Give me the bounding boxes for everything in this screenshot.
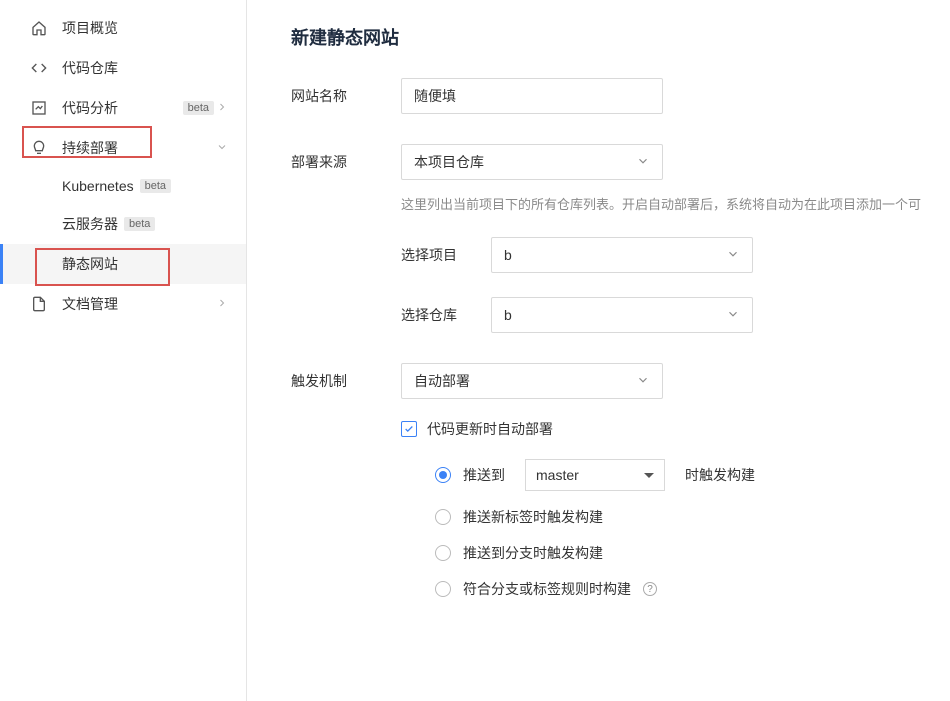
code-icon	[30, 59, 48, 77]
sidebar-item-label: 云服务器	[62, 214, 118, 234]
radio-row-push-branch[interactable]: 推送到分支时触发构建	[435, 543, 934, 563]
label-trigger: 触发机制	[291, 363, 401, 391]
sidebar-item-label: Kubernetes	[62, 178, 134, 194]
help-icon[interactable]: ?	[643, 582, 657, 596]
sidebar-subitem-cloud-server[interactable]: 云服务器 beta	[0, 204, 246, 244]
radio-label-suffix: 时触发构建	[685, 465, 755, 485]
select-value: b	[504, 247, 512, 263]
sidebar-subitem-kubernetes[interactable]: Kubernetes beta	[0, 168, 246, 204]
checkbox-label: 代码更新时自动部署	[427, 419, 553, 439]
input-site-name[interactable]	[401, 78, 663, 114]
page-title: 新建静态网站	[291, 24, 934, 50]
select-value: 本项目仓库	[414, 152, 484, 172]
caret-down-icon	[644, 473, 654, 478]
radio-row-push-to[interactable]: 推送到 master 时触发构建	[435, 459, 934, 491]
chevron-right-icon	[214, 100, 230, 116]
sidebar-item-label: 持续部署	[62, 138, 214, 158]
beta-badge: beta	[140, 179, 171, 193]
chevron-right-icon	[214, 296, 230, 312]
radio-row-match-rule[interactable]: 符合分支或标签规则时构建 ?	[435, 579, 934, 599]
label-deploy-source: 部署来源	[291, 144, 401, 172]
select-branch[interactable]: master	[525, 459, 665, 491]
beta-badge: beta	[124, 217, 155, 231]
label-select-repo: 选择仓库	[401, 305, 491, 325]
select-trigger[interactable]: 自动部署	[401, 363, 663, 399]
sidebar-item-deploy[interactable]: 持续部署	[0, 128, 246, 168]
sidebar-item-docs[interactable]: 文档管理	[0, 284, 246, 324]
row-site-name: 网站名称	[291, 78, 934, 114]
trigger-radio-group: 推送到 master 时触发构建 推送新标签时触发构建 推送到分支时触发构建	[401, 459, 934, 599]
doc-icon	[30, 295, 48, 313]
checkbox-auto-deploy[interactable]	[401, 421, 417, 437]
radio-label: 推送到分支时触发构建	[463, 543, 603, 563]
radio-label-prefix: 推送到	[463, 465, 505, 485]
sidebar-item-label: 代码分析	[62, 98, 177, 118]
row-deploy-source: 部署来源 本项目仓库 这里列出当前项目下的所有仓库列表。开启自动部署后，系统将自…	[291, 144, 934, 333]
sidebar-item-label: 代码仓库	[62, 58, 230, 78]
select-value: b	[504, 307, 512, 323]
row-select-project: 选择项目 b	[401, 237, 934, 273]
chevron-down-icon	[636, 154, 650, 171]
sidebar-item-label: 静态网站	[62, 254, 118, 274]
sidebar: 项目概览 代码仓库 代码分析 beta 持续部署 Kubernetes beta…	[0, 0, 247, 701]
chevron-down-icon	[214, 140, 230, 156]
branch-value: master	[536, 467, 579, 483]
sidebar-item-label: 文档管理	[62, 294, 214, 314]
row-trigger: 触发机制 自动部署 代码更新时自动部署 推送到 master	[291, 363, 934, 615]
row-select-repo: 选择仓库 b	[401, 297, 934, 333]
select-deploy-source[interactable]: 本项目仓库	[401, 144, 663, 180]
radio-push-tag[interactable]	[435, 509, 451, 525]
radio-label: 符合分支或标签规则时构建	[463, 579, 631, 599]
sidebar-item-code-repo[interactable]: 代码仓库	[0, 48, 246, 88]
select-repo[interactable]: b	[491, 297, 753, 333]
row-auto-deploy-checkbox: 代码更新时自动部署	[401, 419, 934, 439]
chevron-down-icon	[726, 307, 740, 324]
select-project[interactable]: b	[491, 237, 753, 273]
analysis-icon	[30, 99, 48, 117]
sidebar-item-code-analysis[interactable]: 代码分析 beta	[0, 88, 246, 128]
sidebar-item-label: 项目概览	[62, 18, 230, 38]
home-icon	[30, 19, 48, 37]
label-site-name: 网站名称	[291, 78, 401, 106]
radio-match-rule[interactable]	[435, 581, 451, 597]
helper-text: 这里列出当前项目下的所有仓库列表。开启自动部署后，系统将自动为在此项目添加一个可	[401, 194, 934, 213]
sidebar-subitem-static-site[interactable]: 静态网站	[0, 244, 246, 284]
label-select-project: 选择项目	[401, 245, 491, 265]
main-content: 新建静态网站 网站名称 部署来源 本项目仓库 这里列出当前项目下的所有仓库列表。…	[247, 0, 950, 701]
beta-badge: beta	[183, 101, 214, 115]
deploy-icon	[30, 139, 48, 157]
radio-push-branch[interactable]	[435, 545, 451, 561]
radio-label: 推送新标签时触发构建	[463, 507, 603, 527]
radio-push-to[interactable]	[435, 467, 451, 483]
chevron-down-icon	[636, 373, 650, 390]
sidebar-item-overview[interactable]: 项目概览	[0, 8, 246, 48]
select-value: 自动部署	[414, 371, 470, 391]
chevron-down-icon	[726, 247, 740, 264]
radio-row-push-tag[interactable]: 推送新标签时触发构建	[435, 507, 934, 527]
